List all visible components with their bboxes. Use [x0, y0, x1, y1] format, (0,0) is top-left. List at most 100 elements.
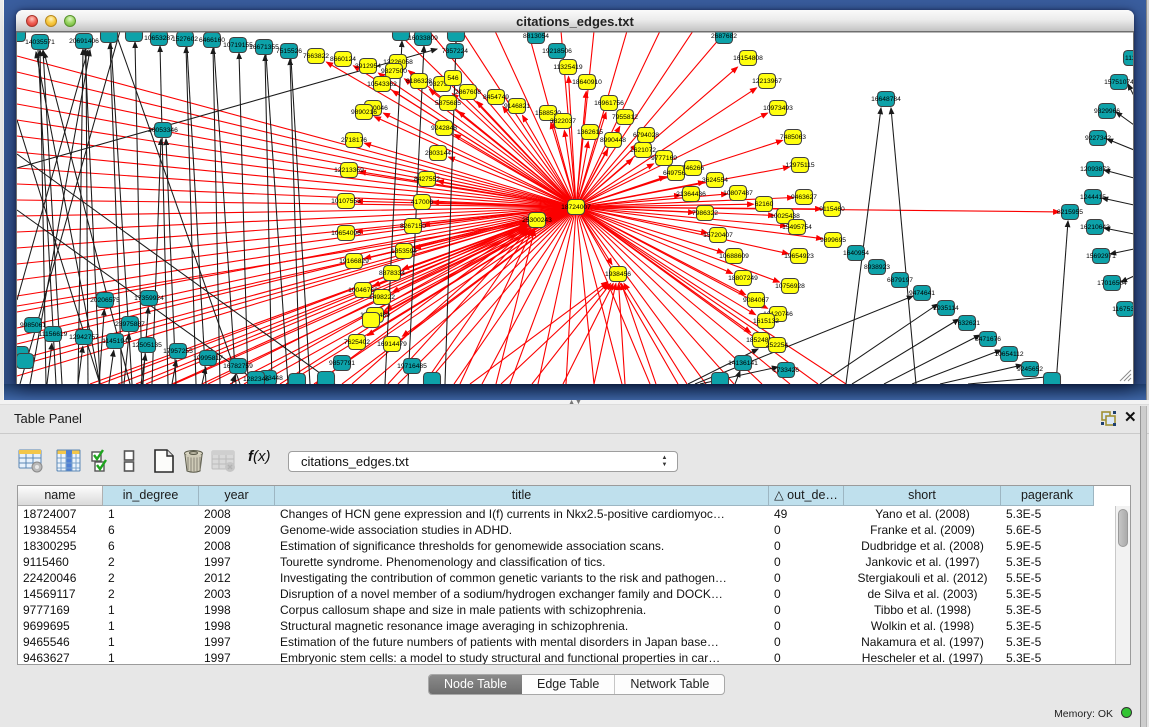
- svg-text:16961756: 16961756: [594, 100, 624, 107]
- svg-text:14035571: 14035571: [25, 39, 55, 46]
- svg-text:9463627: 9463627: [791, 194, 817, 201]
- svg-text:12975115: 12975115: [785, 162, 815, 169]
- svg-text:7357224: 7357224: [442, 48, 468, 55]
- svg-text:9327500: 9327500: [381, 68, 407, 75]
- svg-text:16648784: 16648784: [871, 96, 901, 103]
- svg-text:1145194: 1145194: [102, 338, 128, 345]
- svg-text:6879197: 6879197: [887, 277, 913, 284]
- svg-text:1282346: 1282346: [243, 376, 269, 383]
- svg-text:10654112: 10654112: [994, 351, 1024, 358]
- svg-text:8660124: 8660124: [330, 56, 356, 63]
- svg-text:7485063: 7485063: [780, 134, 806, 141]
- svg-text:9899695: 9899695: [820, 237, 846, 244]
- svg-text:2803144: 2803144: [425, 150, 451, 157]
- svg-text:8215955: 8215955: [1057, 209, 1083, 216]
- svg-text:10688609: 10688609: [719, 253, 749, 260]
- svg-text:16782759: 16782759: [223, 363, 253, 370]
- svg-text:2687682: 2687682: [711, 33, 737, 40]
- svg-text:18640910: 18640910: [572, 79, 602, 86]
- svg-text:8990448: 8990448: [600, 137, 626, 144]
- svg-text:1362615: 1362615: [577, 129, 603, 136]
- svg-text:9245652: 9245652: [1017, 366, 1043, 373]
- svg-text:16671355: 16671355: [249, 44, 279, 51]
- svg-text:3822037: 3822037: [550, 118, 576, 125]
- svg-text:1112: 1112: [1125, 55, 1134, 62]
- svg-text:20206575: 20206575: [90, 297, 120, 304]
- svg-text:9329966: 9329966: [1094, 108, 1120, 115]
- svg-text:12213967: 12213967: [752, 78, 782, 85]
- svg-text:10653287: 10653287: [144, 35, 174, 42]
- svg-text:1498222: 1498222: [369, 294, 395, 301]
- svg-text:6466160: 6466160: [199, 37, 225, 44]
- svg-text:8878334: 8878334: [379, 270, 405, 277]
- svg-text:5875685: 5875685: [435, 100, 461, 107]
- svg-text:9985061: 9985061: [20, 322, 46, 329]
- svg-text:417006: 417006: [411, 199, 434, 206]
- svg-text:10543362: 10543362: [367, 81, 397, 88]
- svg-text:2935114: 2935114: [933, 305, 959, 312]
- svg-text:252254: 252254: [766, 342, 789, 349]
- svg-text:1640954: 1640954: [843, 250, 869, 257]
- svg-text:17957255: 17957255: [163, 348, 193, 355]
- svg-text:546: 546: [447, 75, 458, 82]
- svg-text:7632621: 7632621: [954, 320, 980, 327]
- svg-text:10756928: 10756928: [775, 283, 805, 290]
- svg-text:19166829: 19166829: [339, 258, 369, 265]
- svg-text:8427552: 8427552: [414, 176, 440, 183]
- svg-text:8454749: 8454749: [483, 94, 509, 101]
- svg-text:18807249: 18807249: [728, 275, 758, 282]
- svg-text:1244415: 1244415: [1080, 194, 1106, 201]
- svg-text:1527602: 1527602: [172, 36, 198, 43]
- svg-text:12942757: 12942757: [69, 334, 99, 341]
- svg-text:2718176: 2718176: [341, 137, 367, 144]
- svg-text:8267150: 8267150: [400, 223, 426, 230]
- svg-text:746266: 746266: [682, 165, 705, 172]
- svg-text:1167533: 1167533: [1112, 306, 1134, 313]
- svg-text:7955812: 7955812: [612, 114, 638, 121]
- svg-text:9890216: 9890216: [351, 109, 377, 116]
- svg-text:23975887: 23975887: [115, 321, 145, 328]
- svg-text:19654923: 19654923: [784, 253, 814, 260]
- svg-text:3912954: 3912954: [355, 63, 381, 70]
- svg-text:9474641: 9474641: [909, 290, 935, 297]
- svg-text:9857791: 9857791: [329, 360, 355, 367]
- svg-text:7663822: 7663822: [303, 53, 329, 60]
- svg-text:9084067: 9084067: [743, 297, 769, 304]
- svg-text:1615132: 1615132: [753, 318, 779, 325]
- svg-text:10973493: 10973493: [763, 105, 793, 112]
- svg-text:9227342: 9227342: [1085, 135, 1111, 142]
- svg-text:10107553: 10107553: [331, 198, 361, 205]
- svg-text:10654096: 10654096: [331, 230, 361, 237]
- svg-text:19716485: 19716485: [397, 363, 427, 370]
- svg-text:18724007: 18724007: [561, 204, 591, 211]
- svg-text:19218506: 19218506: [542, 48, 572, 55]
- svg-text:8938923: 8938923: [864, 264, 890, 271]
- svg-text:9115460: 9115460: [819, 206, 845, 213]
- svg-text:2867608: 2867608: [455, 89, 481, 96]
- svg-text:15692971: 15692971: [1086, 253, 1116, 260]
- svg-text:9146821: 9146821: [504, 103, 530, 110]
- svg-text:15751074: 15751074: [1104, 79, 1134, 86]
- svg-text:12213369: 12213369: [334, 167, 364, 174]
- svg-text:12093873: 12093873: [1080, 166, 1110, 173]
- svg-text:7625402: 7625402: [344, 339, 370, 346]
- svg-text:7986322: 7986322: [692, 210, 718, 217]
- svg-text:7515526: 7515526: [276, 48, 302, 55]
- svg-text:17016504: 17016504: [1097, 280, 1127, 287]
- svg-text:6794028: 6794028: [633, 132, 659, 139]
- svg-text:15495754: 15495754: [782, 224, 812, 231]
- svg-text:20053346: 20053346: [148, 127, 178, 134]
- svg-text:10995817: 10995817: [193, 355, 223, 362]
- svg-text:21364436: 21364436: [676, 191, 706, 198]
- svg-text:25300243: 25300243: [522, 217, 552, 224]
- svg-text:1353594: 1353594: [391, 248, 417, 255]
- svg-text:8813054: 8813054: [523, 33, 549, 40]
- svg-text:11156619: 11156619: [39, 331, 68, 338]
- svg-text:8471676: 8471676: [975, 336, 1001, 343]
- svg-text:14136141: 14136141: [728, 360, 758, 367]
- svg-text:62160: 62160: [755, 201, 774, 208]
- svg-text:16210643: 16210643: [1080, 224, 1110, 231]
- svg-text:9242848: 9242848: [431, 125, 457, 132]
- svg-text:16914479: 16914479: [377, 341, 407, 348]
- svg-text:1938456: 1938456: [605, 271, 631, 278]
